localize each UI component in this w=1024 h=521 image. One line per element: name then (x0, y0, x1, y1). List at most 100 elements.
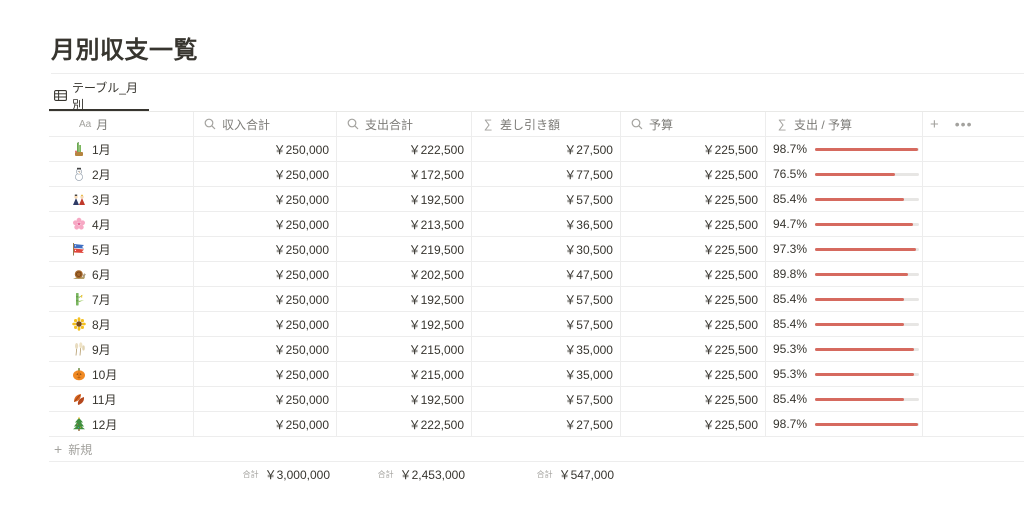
plus-icon[interactable]: + (930, 116, 939, 133)
diff-cell[interactable]: ￥27,500 (472, 137, 621, 161)
ratio-cell[interactable]: 95.3% (766, 362, 923, 386)
ratio-cell[interactable]: 97.3% (766, 237, 923, 261)
table-row[interactable]: 8月 ￥250,000 ￥192,500 ￥57,500 ￥225,500 85… (49, 312, 1024, 337)
income-cell[interactable]: ￥250,000 (194, 337, 337, 361)
column-header-month[interactable]: Aa 月 (49, 112, 194, 136)
footer-diff-sum[interactable]: 合計 ￥547,000 (472, 462, 621, 487)
month-cell[interactable]: 4月 (49, 212, 194, 236)
budget-cell[interactable]: ￥225,500 (621, 162, 766, 186)
footer-income-sum[interactable]: 合計 ￥3,000,000 (194, 462, 337, 487)
sum-value: ￥547,000 (558, 468, 614, 482)
expense-cell[interactable]: ￥172,500 (337, 162, 472, 186)
expense-cell[interactable]: ￥215,000 (337, 362, 472, 386)
ratio-cell[interactable]: 85.4% (766, 387, 923, 411)
diff-cell[interactable]: ￥27,500 (472, 412, 621, 436)
ratio-cell[interactable]: 98.7% (766, 412, 923, 436)
month-cell[interactable]: 1月 (49, 137, 194, 161)
budget-cell[interactable]: ￥225,500 (621, 287, 766, 311)
empty-cell (923, 312, 1024, 336)
budget-cell[interactable]: ￥225,500 (621, 237, 766, 261)
table-row[interactable]: 11月 ￥250,000 ￥192,500 ￥57,500 ￥225,500 8… (49, 387, 1024, 412)
new-row-button[interactable]: + 新規 (49, 437, 1024, 462)
diff-cell[interactable]: ￥35,000 (472, 337, 621, 361)
diff-cell[interactable]: ￥30,500 (472, 237, 621, 261)
income-cell[interactable]: ￥250,000 (194, 237, 337, 261)
table-row[interactable]: 4月 ￥250,000 ￥213,500 ￥36,500 ￥225,500 94… (49, 212, 1024, 237)
ratio-cell[interactable]: 95.3% (766, 337, 923, 361)
diff-cell[interactable]: ￥47,500 (472, 262, 621, 286)
diff-cell[interactable]: ￥36,500 (472, 212, 621, 236)
expense-cell[interactable]: ￥202,500 (337, 262, 472, 286)
month-cell[interactable]: 3月 (49, 187, 194, 211)
income-cell[interactable]: ￥250,000 (194, 387, 337, 411)
income-cell[interactable]: ￥250,000 (194, 412, 337, 436)
footer-expense-sum[interactable]: 合計 ￥2,453,000 (337, 462, 472, 487)
expense-cell[interactable]: ￥222,500 (337, 412, 472, 436)
expense-cell[interactable]: ￥192,500 (337, 287, 472, 311)
expense-cell[interactable]: ￥213,500 (337, 212, 472, 236)
table-row[interactable]: 5月 ￥250,000 ￥219,500 ￥30,500 ￥225,500 97… (49, 237, 1024, 262)
table-row[interactable]: 1月 ￥250,000 ￥222,500 ￥27,500 ￥225,500 98… (49, 137, 1024, 162)
income-cell[interactable]: ￥250,000 (194, 287, 337, 311)
column-header-income[interactable]: 収入合計 (194, 112, 337, 136)
budget-cell[interactable]: ￥225,500 (621, 412, 766, 436)
income-cell[interactable]: ￥250,000 (194, 362, 337, 386)
diff-cell[interactable]: ￥77,500 (472, 162, 621, 186)
table-row[interactable]: 2月 ￥250,000 ￥172,500 ￥77,500 ￥225,500 76… (49, 162, 1024, 187)
ratio-cell[interactable]: 76.5% (766, 162, 923, 186)
income-cell[interactable]: ￥250,000 (194, 162, 337, 186)
expense-cell[interactable]: ￥192,500 (337, 187, 472, 211)
expense-cell[interactable]: ￥215,000 (337, 337, 472, 361)
income-cell[interactable]: ￥250,000 (194, 212, 337, 236)
diff-cell[interactable]: ￥57,500 (472, 312, 621, 336)
ratio-cell[interactable]: 85.4% (766, 187, 923, 211)
income-cell[interactable]: ￥250,000 (194, 312, 337, 336)
expense-cell[interactable]: ￥222,500 (337, 137, 472, 161)
diff-cell[interactable]: ￥57,500 (472, 287, 621, 311)
month-cell[interactable]: 8月 (49, 312, 194, 336)
diff-cell[interactable]: ￥57,500 (472, 187, 621, 211)
month-cell[interactable]: 2月 (49, 162, 194, 186)
budget-cell[interactable]: ￥225,500 (621, 212, 766, 236)
table-row[interactable]: 10月 ￥250,000 ￥215,000 ￥35,000 ￥225,500 9… (49, 362, 1024, 387)
income-cell[interactable]: ￥250,000 (194, 137, 337, 161)
expense-cell[interactable]: ￥192,500 (337, 312, 472, 336)
table-row[interactable]: 3月 ￥250,000 ￥192,500 ￥57,500 ￥225,500 85… (49, 187, 1024, 212)
expense-cell[interactable]: ￥192,500 (337, 387, 472, 411)
table-row[interactable]: 9月 ￥250,000 ￥215,000 ￥35,000 ￥225,500 95… (49, 337, 1024, 362)
month-cell[interactable]: 9月 (49, 337, 194, 361)
ratio-cell[interactable]: 89.8% (766, 262, 923, 286)
budget-cell[interactable]: ￥225,500 (621, 362, 766, 386)
column-header-budget[interactable]: 予算 (621, 112, 766, 136)
column-header-diff[interactable]: ∑ 差し引き額 (472, 112, 621, 136)
ratio-cell[interactable]: 85.4% (766, 287, 923, 311)
month-cell[interactable]: 5月 (49, 237, 194, 261)
tab-table-view[interactable]: テーブル_月別 (49, 81, 149, 112)
table-row[interactable]: 6月 ￥250,000 ￥202,500 ￥47,500 ￥225,500 89… (49, 262, 1024, 287)
diff-cell[interactable]: ￥57,500 (472, 387, 621, 411)
ratio-cell[interactable]: 85.4% (766, 312, 923, 336)
progress-bar-track (815, 372, 919, 376)
table-row[interactable]: 12月 ￥250,000 ￥222,500 ￥27,500 ￥225,500 9… (49, 412, 1024, 437)
ratio-cell[interactable]: 94.7% (766, 212, 923, 236)
budget-cell[interactable]: ￥225,500 (621, 337, 766, 361)
column-header-ratio[interactable]: ∑ 支出 / 予算 (766, 112, 923, 136)
budget-cell[interactable]: ￥225,500 (621, 137, 766, 161)
month-cell[interactable]: 7月 (49, 287, 194, 311)
table-row[interactable]: 7月 ￥250,000 ￥192,500 ￥57,500 ￥225,500 85… (49, 287, 1024, 312)
budget-cell[interactable]: ￥225,500 (621, 187, 766, 211)
budget-cell[interactable]: ￥225,500 (621, 312, 766, 336)
income-cell[interactable]: ￥250,000 (194, 262, 337, 286)
month-cell[interactable]: 10月 (49, 362, 194, 386)
month-cell[interactable]: 6月 (49, 262, 194, 286)
budget-cell[interactable]: ￥225,500 (621, 387, 766, 411)
month-cell[interactable]: 12月 (49, 412, 194, 436)
diff-cell[interactable]: ￥35,000 (472, 362, 621, 386)
more-icon[interactable]: ••• (955, 116, 973, 132)
ratio-cell[interactable]: 98.7% (766, 137, 923, 161)
expense-cell[interactable]: ￥219,500 (337, 237, 472, 261)
income-cell[interactable]: ￥250,000 (194, 187, 337, 211)
budget-cell[interactable]: ￥225,500 (621, 262, 766, 286)
column-header-expense[interactable]: 支出合計 (337, 112, 472, 136)
month-cell[interactable]: 11月 (49, 387, 194, 411)
